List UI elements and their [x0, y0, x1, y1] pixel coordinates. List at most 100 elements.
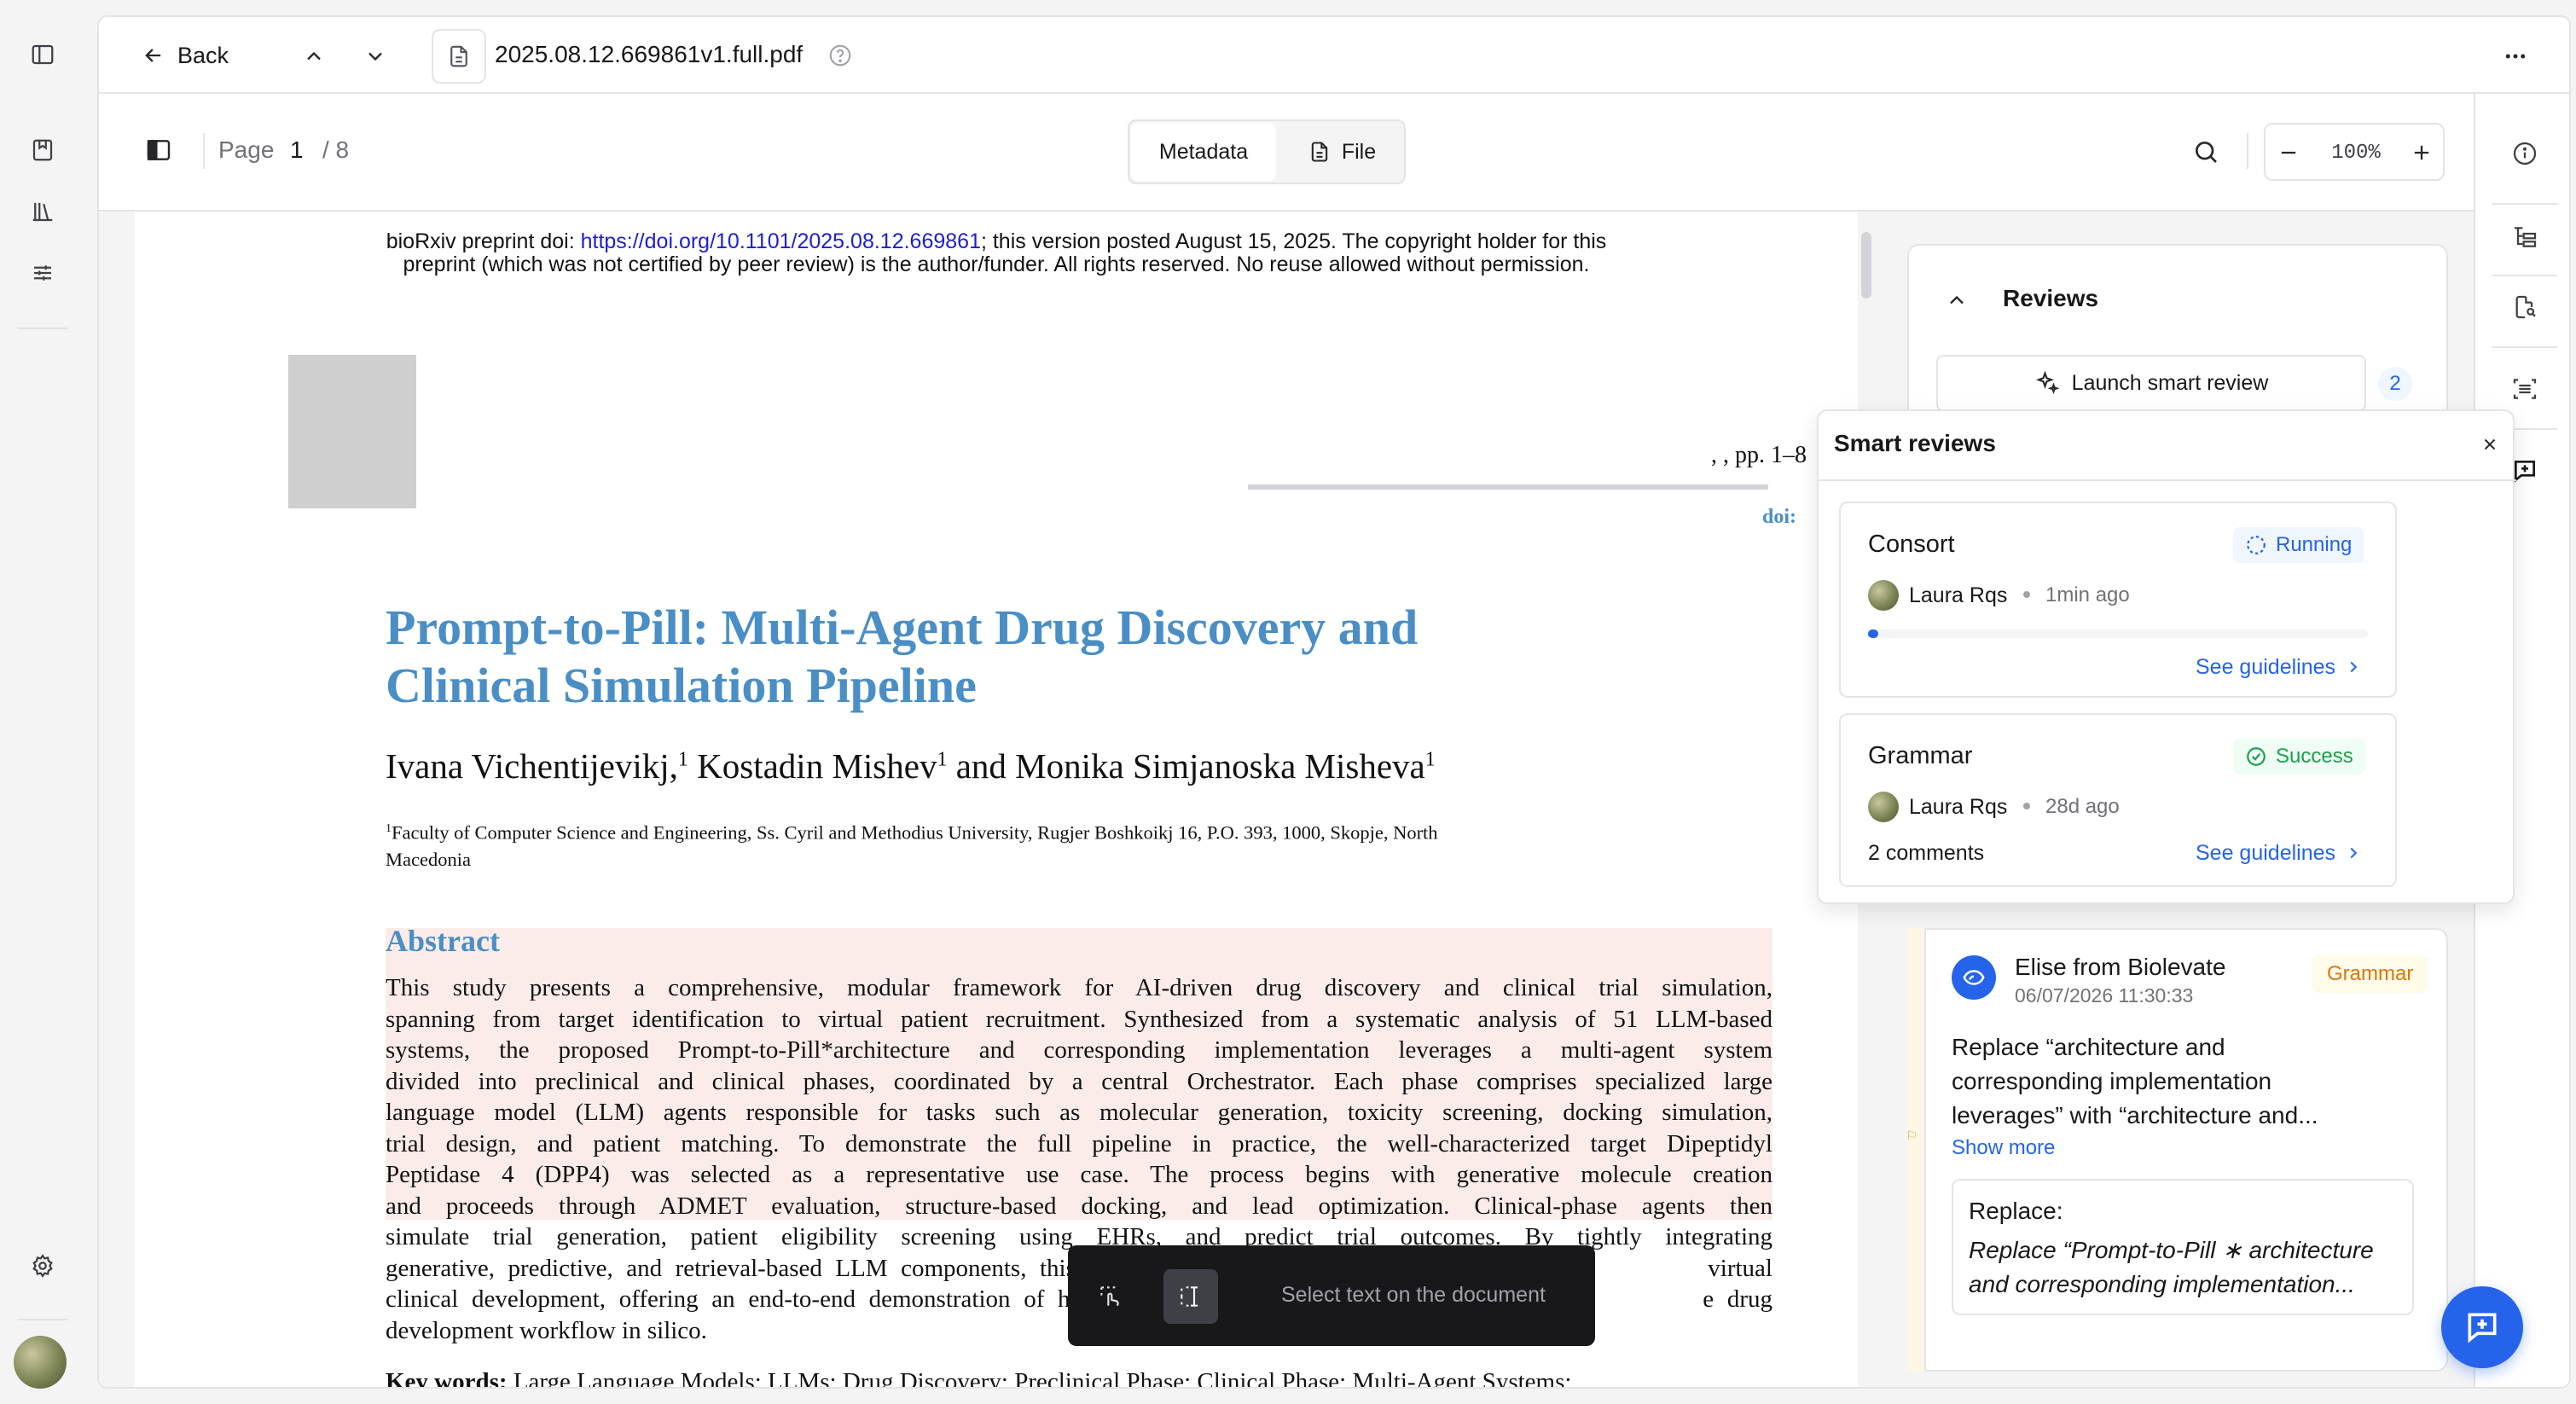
toggle-thumbnails-button[interactable]	[140, 131, 177, 169]
comment-line: corresponding implementation	[1952, 1068, 2272, 1094]
replace-suggestion-box[interactable]: Replace: Replace “Prompt-to-Pill ∗ archi…	[1952, 1179, 2414, 1315]
next-document-button[interactable]	[358, 39, 392, 73]
abstract-line: trial design, and patient matching. To d…	[386, 1129, 1772, 1157]
pointer-select-button[interactable]	[1085, 1271, 1136, 1322]
previous-document-button[interactable]	[297, 39, 331, 73]
tab-file[interactable]: File	[1279, 123, 1404, 181]
comment-accent-bar	[1907, 928, 1924, 1372]
tree-list-icon	[2515, 227, 2537, 247]
rail-divider	[17, 328, 68, 329]
see-guidelines-label: See guidelines	[2196, 654, 2336, 679]
review-count-badge[interactable]: 2	[2378, 367, 2412, 401]
comment-date: 06/07/2026 11:30:33	[2015, 984, 2194, 1007]
page-total: / 8	[322, 136, 350, 163]
chevron-up-icon	[1950, 295, 1964, 305]
search-icon	[2196, 142, 2217, 163]
comment-card[interactable]: Elise from Biolevate 06/07/2026 11:30:33…	[1924, 928, 2448, 1372]
abstract-line: and proceeds through ADMET evaluation, s…	[386, 1192, 1772, 1220]
close-smart-reviews-button[interactable]	[2475, 430, 2504, 459]
chat-fab-button[interactable]	[2441, 1286, 2523, 1368]
review-time: 28d ago	[2045, 795, 2120, 818]
affiliation: 1Faculty of Computer Science and Enginee…	[386, 815, 1772, 873]
abstract-line: divided into preclinical and clinical ph…	[386, 1067, 1772, 1095]
divider	[1819, 479, 2516, 481]
banner-line-1: bioRxiv preprint doi: https://doi.org/10…	[135, 230, 1858, 253]
banner-suffix: ; this version posted August 15, 2025. T…	[980, 229, 1607, 253]
user-avatar[interactable]	[14, 1336, 67, 1389]
viewer-toolbar: Page 1 / 8 Metadata File 100%	[99, 94, 2474, 212]
selection-toolbar: Select text on the document	[1068, 1245, 1595, 1346]
more-horizontal-icon	[2505, 54, 2526, 59]
smart-reviews-title: Smart reviews	[1834, 430, 1996, 456]
filters-icon[interactable]	[26, 256, 60, 290]
comment-count[interactable]: 2 comments	[1868, 841, 1984, 866]
progress-fill	[1868, 629, 1878, 638]
sidebar-toggle-icon[interactable]	[26, 38, 60, 72]
zoom-level[interactable]: 100%	[2313, 136, 2399, 169]
help-icon[interactable]	[827, 43, 853, 68]
banner-doi-link[interactable]: https://doi.org/10.1101/2025.08.12.66986…	[581, 229, 981, 253]
app-frame: Back 2025.08.12.669861v1.full.pdf Page 1…	[97, 15, 2571, 1389]
collapse-reviews-button[interactable]	[1940, 283, 1974, 317]
author-sup: 1	[677, 748, 688, 771]
settings-gear-icon[interactable]	[26, 1249, 60, 1283]
reviews-title: Reviews	[2003, 285, 2099, 311]
launch-smart-review-button[interactable]: Launch smart review	[1936, 355, 2366, 411]
selection-hint: Select text on the document	[1281, 1283, 1546, 1307]
panel-left-icon	[147, 140, 171, 160]
replace-text: Replace “Prompt-to-Pill ∗ architecture a…	[1969, 1233, 2412, 1302]
author-sup: 1	[1424, 748, 1436, 771]
abstract-line: Peptidase 4 (DPP4) was selected as a rep…	[386, 1161, 1772, 1188]
more-options-button[interactable]	[2494, 38, 2537, 75]
bookmark-book-icon[interactable]	[26, 133, 60, 167]
library-icon[interactable]	[26, 194, 60, 229]
hand-select-icon	[1100, 1286, 1119, 1306]
chevron-right-icon	[2350, 847, 2358, 859]
affiliation-sup: 1	[386, 822, 392, 835]
file-text-icon	[1311, 142, 1328, 162]
author-avatar	[1952, 955, 1996, 1000]
pdf-page[interactable]: bioRxiv preprint doi: https://doi.org/10…	[135, 212, 1858, 1389]
status-badge-running: Running	[2233, 527, 2364, 563]
author-sup: 1	[937, 748, 948, 771]
user-avatar	[1868, 580, 1899, 611]
separator-dot	[2023, 803, 2030, 809]
review-name: Grammar	[1868, 742, 1973, 769]
review-file-button[interactable]	[2506, 288, 2544, 326]
check-circle-icon	[2247, 747, 2266, 766]
keywords: Key words: Large Language Models; LLMs; …	[386, 1368, 1772, 1389]
smart-review-card-consort[interactable]: Consort Running Laura Rqs 1min ago See g…	[1839, 502, 2397, 698]
text-cursor-box-icon	[1181, 1286, 1198, 1307]
keywords-text: Large Language Models; LLMs; Drug Discov…	[513, 1368, 1572, 1389]
loading-icon	[2247, 536, 2266, 554]
arrow-left-icon	[142, 44, 165, 67]
header-rule	[1248, 484, 1768, 490]
info-button[interactable]	[2506, 135, 2544, 172]
top-bar: Back 2025.08.12.669861v1.full.pdf	[99, 17, 2569, 94]
outline-tree-button[interactable]	[2506, 218, 2544, 256]
progress-track	[1868, 629, 2368, 638]
back-button[interactable]: Back	[142, 36, 229, 75]
abstract-line: This study presents a comprehensive, mod…	[386, 974, 1772, 1001]
extract-text-button[interactable]	[2506, 370, 2544, 408]
zoom-out-button[interactable]	[2269, 133, 2308, 172]
plus-icon	[2414, 145, 2429, 160]
see-guidelines-link[interactable]: See guidelines	[2196, 836, 2363, 870]
show-more-link[interactable]: Show more	[1952, 1136, 2055, 1160]
scan-text-icon	[2513, 379, 2537, 399]
see-guidelines-link[interactable]: See guidelines	[2196, 650, 2363, 684]
page-current[interactable]: 1	[290, 136, 304, 164]
scrollbar-thumb[interactable]	[1861, 232, 1871, 299]
review-name: Consort	[1868, 531, 1955, 558]
text-select-button[interactable]	[1163, 1269, 1218, 1324]
tab-metadata[interactable]: Metadata	[1131, 123, 1276, 181]
zoom-in-button[interactable]	[2402, 133, 2441, 172]
page-range: , , pp. 1–8	[1711, 442, 1807, 468]
search-button[interactable]	[2187, 133, 2225, 171]
smart-review-card-grammar[interactable]: Grammar Success Laura Rqs 28d ago 2 comm…	[1839, 713, 2397, 887]
review-time: 1min ago	[2045, 583, 2130, 606]
comment-author: Elise from Biolevate	[2015, 954, 2226, 980]
banner-line-2: preprint (which was not certified by pee…	[403, 252, 1590, 276]
file-search-icon	[2515, 295, 2536, 319]
status-label: Success	[2276, 745, 2353, 768]
